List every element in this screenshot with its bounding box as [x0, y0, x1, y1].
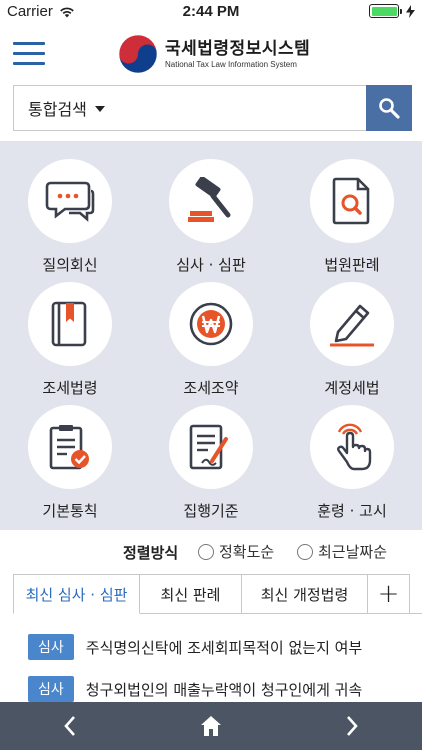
icon-circle — [28, 405, 112, 489]
radio-circle — [297, 543, 313, 560]
sort-recent-radio[interactable]: 최근날짜순 — [297, 541, 387, 562]
logo[interactable]: 국세법령정보시스템 National Tax Law Information S… — [118, 34, 310, 74]
status-right — [369, 4, 415, 18]
forward-button[interactable] — [322, 702, 382, 750]
list-item[interactable]: 심사 주식명의신탁에 조세회피목적이 없는지 여부 — [28, 634, 362, 660]
icon-circle — [28, 282, 112, 366]
tab-latest-law[interactable]: 최신 개정법령 — [242, 574, 368, 614]
icon-circle — [169, 282, 253, 366]
icon-circle — [28, 159, 112, 243]
icon-circle — [169, 159, 253, 243]
latest-list: 심사 주식명의신탁에 조세회피목적이 없는지 여부 심사 청구외법인의 매출누락… — [0, 614, 422, 702]
menu-button[interactable] — [13, 42, 45, 66]
tab-latest-precedent[interactable]: 최신 판례 — [140, 574, 242, 614]
grid-item-account-tax[interactable]: 계정세법 — [282, 282, 422, 398]
logo-title: 국세법령정보시스템 — [165, 38, 311, 59]
law-book-icon — [51, 301, 87, 347]
document-pen-icon — [189, 424, 228, 470]
sort-options: 정렬방식 정확도순 최근날짜순 — [0, 530, 422, 572]
category-badge: 심사 — [28, 634, 74, 660]
tab-add-button[interactable]: + — [368, 574, 410, 614]
tab-label: 최신 개정법령 — [260, 585, 349, 604]
status-bar: Carrier 2:44 PM — [0, 0, 422, 22]
menu-line — [13, 52, 45, 55]
list-item-title: 청구외법인의 매출누락액이 청구인에게 귀속 — [85, 680, 363, 699]
grid-item-review[interactable]: 심사 · 심판 — [141, 159, 281, 275]
menu-line — [13, 42, 45, 45]
sort-option-label: 정확도순 — [219, 543, 275, 561]
grid-item-enforcement[interactable]: 집행기준 — [141, 405, 281, 521]
grid-label: 훈령 · 고시 — [317, 502, 387, 520]
plus-icon: + — [377, 579, 400, 609]
category-grid: 질의회신 심사 · 심판 법원판례 조세법령 조세조약 계정세법 기본통칙 집행… — [0, 141, 422, 530]
search-button[interactable] — [366, 85, 412, 131]
search-input[interactable] — [124, 86, 364, 130]
tab-latest-review[interactable]: 최신 심사 · 심판 — [13, 574, 140, 614]
chat-bubbles-icon — [45, 181, 95, 222]
gavel-icon — [188, 177, 231, 222]
sort-accuracy-radio[interactable]: 정확도순 — [198, 541, 274, 562]
battery-icon — [369, 4, 402, 18]
sort-option-label: 최근날짜순 — [318, 543, 388, 561]
search-category-select[interactable]: 통합검색 — [14, 86, 105, 130]
sort-title: 정렬방식 — [123, 544, 179, 562]
list-item[interactable]: 심사 청구외법인의 매출누락액이 청구인에게 귀속 — [28, 676, 362, 702]
status-time: 2:44 PM — [182, 3, 240, 20]
search-category-label: 통합검색 — [28, 100, 87, 119]
menu-line — [13, 62, 45, 65]
grid-item-directive[interactable]: 훈령 · 고시 — [282, 405, 422, 521]
list-item-title: 주식명의신탁에 조세회피목적이 없는지 여부 — [85, 638, 363, 657]
search-icon — [379, 98, 400, 119]
app-header: 국세법령정보시스템 National Tax Law Information S… — [0, 22, 422, 84]
logo-text: 국세법령정보시스템 National Tax Law Information S… — [165, 39, 310, 70]
pencil-icon — [330, 304, 374, 347]
grid-label: 심사 · 심판 — [176, 256, 246, 274]
grid-label: 조세법령 — [42, 379, 98, 397]
grid-label: 법원판례 — [324, 256, 380, 274]
tab-label: 최신 판례 — [160, 585, 221, 604]
grid-item-basic-rules[interactable]: 기본통칙 — [0, 405, 140, 521]
search-bar: 통합검색 — [13, 85, 412, 131]
tap-hand-icon — [337, 423, 372, 471]
radio-circle — [198, 543, 214, 560]
home-icon — [201, 716, 221, 736]
logo-subtitle: National Tax Law Information System — [165, 59, 297, 69]
document-search-icon — [332, 177, 370, 225]
clipboard-check-icon — [49, 425, 89, 470]
grid-item-tax-treaty[interactable]: 조세조약 — [141, 282, 281, 398]
chevron-left-icon — [64, 716, 75, 736]
grid-label: 집행기준 — [183, 502, 239, 520]
back-button[interactable] — [40, 702, 100, 750]
icon-circle — [169, 405, 253, 489]
category-badge: 심사 — [28, 676, 74, 702]
tab-label: 최신 심사 · 심판 — [25, 585, 128, 604]
tab-bar: 최신 심사 · 심판 최신 판례 최신 개정법령 + — [13, 574, 422, 614]
icon-circle — [310, 159, 394, 243]
grid-label: 계정세법 — [324, 379, 380, 397]
won-coin-icon — [189, 302, 233, 346]
icon-circle — [310, 405, 394, 489]
icon-circle — [310, 282, 394, 366]
caret-down-icon — [94, 106, 105, 112]
bottom-nav — [0, 702, 422, 750]
home-button[interactable] — [181, 702, 241, 750]
grid-label: 기본통칙 — [42, 502, 98, 520]
taegeuk-logo-icon — [118, 34, 158, 74]
chevron-right-icon — [347, 716, 358, 736]
grid-item-tax-law[interactable]: 조세법령 — [0, 282, 140, 398]
grid-label: 질의회신 — [42, 256, 98, 274]
grid-item-qna[interactable]: 질의회신 — [0, 159, 140, 275]
grid-label: 조세조약 — [183, 379, 239, 397]
grid-item-precedent[interactable]: 법원판례 — [282, 159, 422, 275]
charging-bolt-icon — [406, 4, 415, 18]
